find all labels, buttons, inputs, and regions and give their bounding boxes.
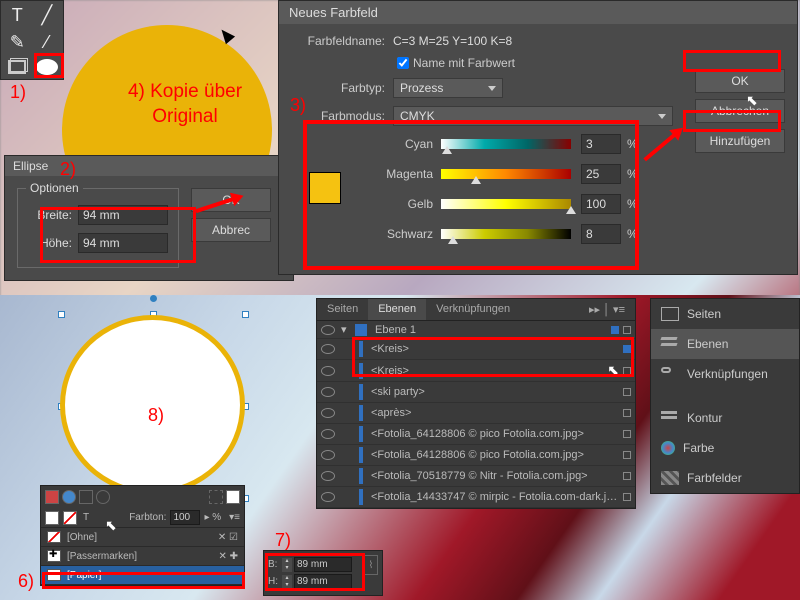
color-type-dropdown[interactable]: Prozess xyxy=(393,78,503,98)
new-swatch-dialog: Neues Farbfeld Farbfeldname: C=3 M=25 Y=… xyxy=(278,0,798,275)
white-ellipse[interactable] xyxy=(60,315,245,495)
swatch-paper[interactable]: [Papier] xyxy=(41,566,244,585)
width-input[interactable] xyxy=(78,205,168,225)
right-dock: Seiten Ebenen Verknüpfungen Kontur Farbe… xyxy=(650,298,800,494)
dock-kontur[interactable]: Kontur xyxy=(651,403,799,433)
color-mode-label: Farbmodus: xyxy=(293,109,393,123)
layer-row[interactable]: <Fotolia_70518779 © Nitr - Fotolia.com.j… xyxy=(317,466,635,487)
color-mode-dropdown[interactable]: CMYK xyxy=(393,106,673,126)
dock-seiten[interactable]: Seiten xyxy=(651,299,799,329)
pencil-tool[interactable]: ✎ xyxy=(3,30,32,56)
layer-row[interactable]: <Kreis> xyxy=(317,339,635,360)
magenta-slider[interactable] xyxy=(441,169,571,179)
color-preview-swatch xyxy=(309,172,341,204)
height-label: Höhe: xyxy=(28,236,78,250)
layer-row[interactable]: <après> xyxy=(317,403,635,424)
eyedropper-tool[interactable]: ⁄ xyxy=(33,30,62,56)
tint-input[interactable] xyxy=(170,510,200,525)
swatches-panel: T Farbton: ▸ % ▾≡ [Ohne]✕ ☑ [Passermarke… xyxy=(40,485,245,586)
tab-verknuepfungen[interactable]: Verknüpfungen xyxy=(426,299,520,320)
farb-ok-button[interactable]: OK xyxy=(695,69,785,93)
cyan-input[interactable] xyxy=(581,134,621,154)
dock-farbfelder[interactable]: Farbfelder xyxy=(651,463,799,493)
swatch-name-value: C=3 M=25 Y=100 K=8 xyxy=(393,34,512,48)
name-with-value-label: Name mit Farbwert xyxy=(413,56,515,70)
layer-row[interactable]: ▾Ebene 1 xyxy=(317,321,635,339)
panel-menu-icon[interactable]: ▸▸ │ ▾≡ xyxy=(579,299,635,320)
magenta-input[interactable] xyxy=(581,164,621,184)
b-input[interactable] xyxy=(294,557,352,572)
b-stepper[interactable]: ▴▾ xyxy=(282,558,292,572)
rect-frame-tool[interactable] xyxy=(3,56,32,77)
ellipse-tool[interactable] xyxy=(33,56,62,77)
color-type-label: Farbtyp: xyxy=(293,81,393,95)
annotation-1: 1) xyxy=(10,82,26,103)
schwarz-slider[interactable] xyxy=(441,229,571,239)
tool-panel: T ╱ ✎ ⁄ xyxy=(0,0,64,80)
cyan-slider[interactable] xyxy=(441,139,571,149)
schwarz-input[interactable] xyxy=(581,224,621,244)
layers-panel: Seiten Ebenen Verknüpfungen ▸▸ │ ▾≡ ▾Ebe… xyxy=(316,298,636,509)
link-dimensions-icon[interactable]: ⌇ xyxy=(364,555,378,575)
gelb-slider[interactable] xyxy=(441,199,571,209)
h-input[interactable] xyxy=(294,574,352,589)
tab-seiten[interactable]: Seiten xyxy=(317,299,368,320)
height-input[interactable] xyxy=(78,233,168,253)
new-swatch-title: Neues Farbfeld xyxy=(279,1,797,24)
h-stepper[interactable]: ▴▾ xyxy=(282,575,292,589)
cancel-button[interactable]: Abbrec xyxy=(191,218,271,242)
dock-verknuepfungen[interactable]: Verknüpfungen xyxy=(651,359,799,389)
b-label: B: xyxy=(268,559,282,570)
layer-row[interactable]: <Fotolia_14433747 © mirpic - Fotolia.com… xyxy=(317,487,635,508)
options-label: Optionen xyxy=(26,181,83,195)
farb-cancel-button[interactable]: Abbrechen xyxy=(695,99,785,123)
magenta-label: Magenta xyxy=(373,167,433,181)
schwarz-label: Schwarz xyxy=(373,227,433,241)
swatch-registration[interactable]: [Passermarken]✕ ✚ xyxy=(41,547,244,566)
cyan-label: Cyan xyxy=(373,137,433,151)
gelb-label: Gelb xyxy=(373,197,433,211)
dock-ebenen[interactable]: Ebenen xyxy=(651,329,799,359)
dimensions-panel: B: ▴▾ H: ▴▾ ⌇ xyxy=(263,550,383,596)
ellipse-dialog: Ellipse Optionen Breite: Höhe: OK Abb xyxy=(4,155,294,281)
swatch-none[interactable]: [Ohne]✕ ☑ xyxy=(41,528,244,547)
type-tool[interactable]: T xyxy=(3,3,32,29)
swatch-name-label: Farbfeldname: xyxy=(293,34,393,48)
farb-add-button[interactable]: Hinzufügen xyxy=(695,129,785,153)
ellipse-dialog-title: Ellipse xyxy=(5,156,293,176)
gelb-input[interactable] xyxy=(581,194,621,214)
name-with-value-checkbox[interactable] xyxy=(397,57,409,69)
layer-row[interactable]: <Fotolia_64128806 © pico Fotolia.com.jpg… xyxy=(317,445,635,466)
tint-label: Farbton: xyxy=(129,512,166,523)
layer-row[interactable]: <Kreis>⬉ xyxy=(317,360,635,382)
width-label: Breite: xyxy=(28,208,78,222)
h-label: H: xyxy=(268,576,282,587)
layer-row[interactable]: <ski party> xyxy=(317,382,635,403)
layer-row[interactable]: <Fotolia_64128806 © pico Fotolia.com.jpg… xyxy=(317,424,635,445)
line-tool[interactable]: ╱ xyxy=(33,3,62,29)
tab-ebenen[interactable]: Ebenen xyxy=(368,299,426,320)
dock-farbe[interactable]: Farbe xyxy=(651,433,799,463)
